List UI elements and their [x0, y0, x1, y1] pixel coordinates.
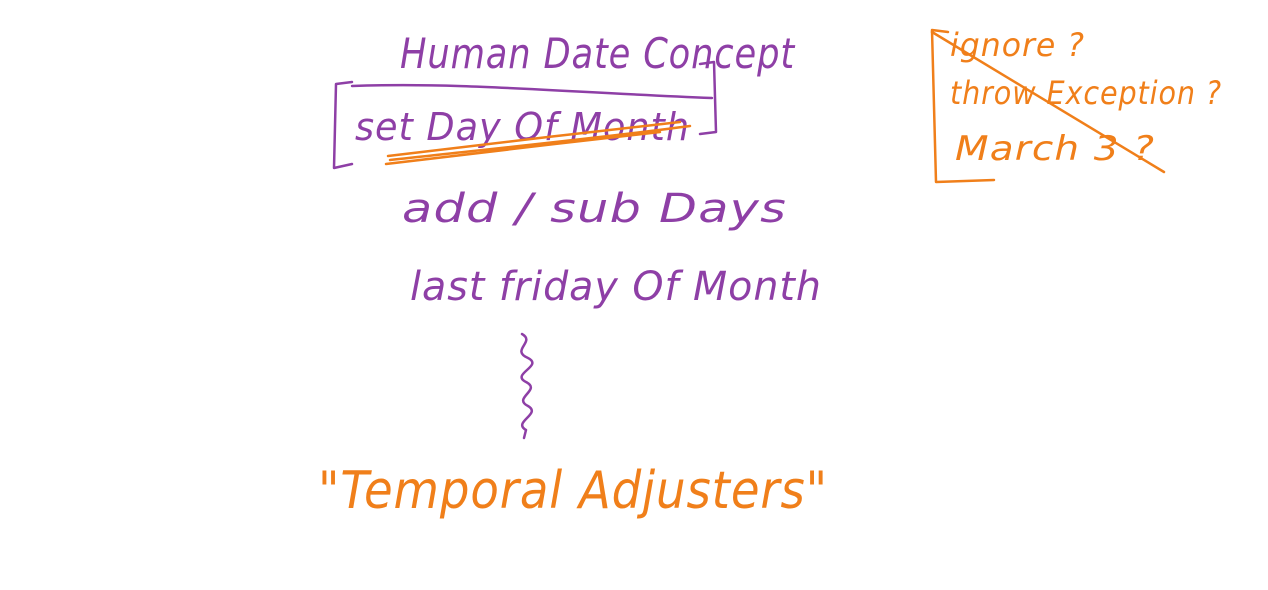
title-text: Human Date Concept	[400, 29, 795, 78]
set-day-bracket	[332, 80, 354, 170]
edge-throw-text: throw Exception ?	[950, 74, 1222, 112]
squiggle-connector	[520, 332, 534, 440]
temporal-adjusters-text: "Temporal Adjusters"	[318, 461, 828, 521]
edge-ignore-text: ignore ?	[950, 26, 1085, 64]
set-day-strike	[350, 83, 714, 100]
edge-march-text: March 3 ?	[955, 129, 1155, 169]
whiteboard-canvas: Human Date Concept set Day Of Month add …	[318, 26, 1222, 521]
add-sub-text: add / sub Days	[402, 186, 787, 232]
last-friday-text: last friday Of Month	[410, 264, 822, 310]
